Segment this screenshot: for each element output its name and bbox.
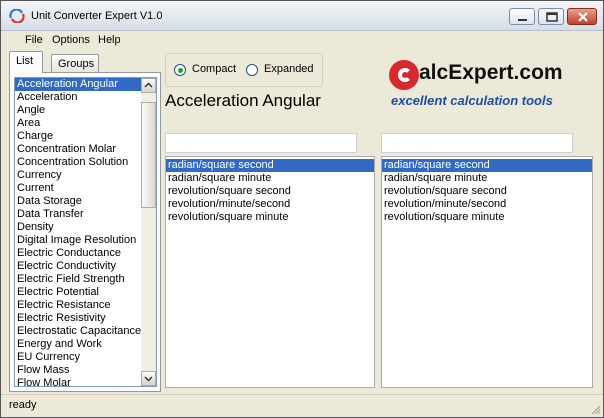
list-item[interactable]: Data Storage [15, 195, 156, 208]
logo-tagline: excellent calculation tools [391, 93, 553, 108]
list-item[interactable]: Currency [15, 169, 156, 182]
list-item[interactable]: Electric Resistance [15, 299, 156, 312]
list-item[interactable]: Density [15, 221, 156, 234]
compact-label: Compact [192, 63, 237, 75]
list-item[interactable]: revolution/minute/second [382, 198, 592, 211]
list-item[interactable]: radian/square minute [166, 172, 374, 185]
scroll-thumb[interactable] [141, 102, 156, 208]
menu-help[interactable]: Help [98, 34, 121, 46]
tab-list-label: List [16, 55, 34, 67]
scroll-up-button[interactable] [141, 78, 156, 93]
list-item[interactable]: Acceleration Angular [15, 78, 156, 91]
category-scrollbar[interactable] [141, 78, 156, 386]
minimize-icon [518, 19, 527, 21]
list-item[interactable]: EU Currency [15, 351, 156, 364]
tab-list[interactable]: List [9, 51, 43, 73]
arrow-up-icon [144, 82, 153, 88]
list-item[interactable]: Charge [15, 130, 156, 143]
list-item[interactable]: Digital Image Resolution [15, 234, 156, 247]
to-unit-items: radian/square second radian/square minute… [382, 157, 592, 224]
list-item[interactable]: Electric Conductance [15, 247, 156, 260]
view-mode-group: Compact Expanded [165, 53, 323, 87]
from-value-input[interactable] [165, 133, 357, 153]
close-button[interactable] [567, 8, 597, 25]
maximize-button[interactable] [538, 8, 564, 25]
close-icon [578, 12, 588, 22]
list-item[interactable]: Energy and Work [15, 338, 156, 351]
scroll-down-button[interactable] [141, 371, 156, 386]
list-item[interactable]: radian/square second [382, 159, 592, 172]
list-item[interactable]: Electric Potential [15, 286, 156, 299]
radio-dot [174, 64, 186, 76]
expanded-label: Expanded [264, 63, 314, 75]
list-item[interactable]: Electrostatic Capacitance [15, 325, 156, 338]
list-item[interactable]: radian/square minute [382, 172, 592, 185]
menu-file[interactable]: File [25, 34, 43, 46]
list-item[interactable]: revolution/minute/second [166, 198, 374, 211]
list-item[interactable]: revolution/square minute [382, 211, 592, 224]
from-unit-list[interactable]: radian/square second radian/square minute… [165, 156, 375, 388]
tab-groups[interactable]: Groups [51, 54, 99, 73]
list-item[interactable]: Area [15, 117, 156, 130]
arrow-down-icon [144, 376, 153, 382]
title-bar[interactable]: Unit Converter Expert V1.0 [1, 1, 603, 31]
list-item[interactable]: Angle [15, 104, 156, 117]
list-item[interactable]: Concentration Molar [15, 143, 156, 156]
to-value-input[interactable] [381, 133, 573, 153]
category-heading: Acceleration Angular [165, 91, 321, 110]
app-icon [9, 9, 25, 23]
to-unit-list[interactable]: radian/square second radian/square minute… [381, 156, 593, 388]
menu-bar: File Options Help [1, 32, 603, 50]
tab-groups-label: Groups [58, 58, 95, 70]
calcexpert-logo: alcExpert.com excellent calculation tool… [387, 57, 593, 115]
list-item[interactable]: Current [15, 182, 156, 195]
list-item[interactable]: Electric Field Strength [15, 273, 156, 286]
window-title: Unit Converter Expert V1.0 [31, 10, 163, 22]
list-item[interactable]: Acceleration [15, 91, 156, 104]
menu-options[interactable]: Options [52, 34, 90, 46]
list-item[interactable]: Flow Molar [15, 377, 156, 386]
category-list[interactable]: Acceleration Angular Acceleration Angle Are… [14, 77, 157, 387]
status-bar: ready [1, 394, 603, 417]
list-item[interactable]: revolution/square second [382, 185, 592, 198]
restore-icon [546, 12, 558, 22]
tab-panel-list: Acceleration Angular Acceleration Angle Are… [9, 72, 161, 392]
list-item[interactable]: Flow Mass [15, 364, 156, 377]
logo-c-icon [389, 60, 419, 90]
list-item[interactable]: revolution/square second [166, 185, 374, 198]
resize-grip-icon[interactable] [589, 403, 601, 415]
list-item[interactable]: Concentration Solution [15, 156, 156, 169]
list-item[interactable]: radian/square second [166, 159, 374, 172]
list-item[interactable]: Electric Resistivity [15, 312, 156, 325]
radio-dot [246, 64, 258, 76]
app-window: Unit Converter Expert V1.0 File Options … [0, 0, 604, 418]
from-unit-items: radian/square second radian/square minute… [166, 157, 374, 224]
logo-text: alcExpert.com [419, 61, 563, 84]
list-item[interactable]: revolution/square minute [166, 211, 374, 224]
status-text: ready [9, 399, 37, 411]
list-item[interactable]: Data Transfer [15, 208, 156, 221]
minimize-button[interactable] [509, 8, 535, 25]
category-items: Acceleration Angular Acceleration Angle Are… [15, 78, 156, 386]
list-item[interactable]: Electric Conductivity [15, 260, 156, 273]
